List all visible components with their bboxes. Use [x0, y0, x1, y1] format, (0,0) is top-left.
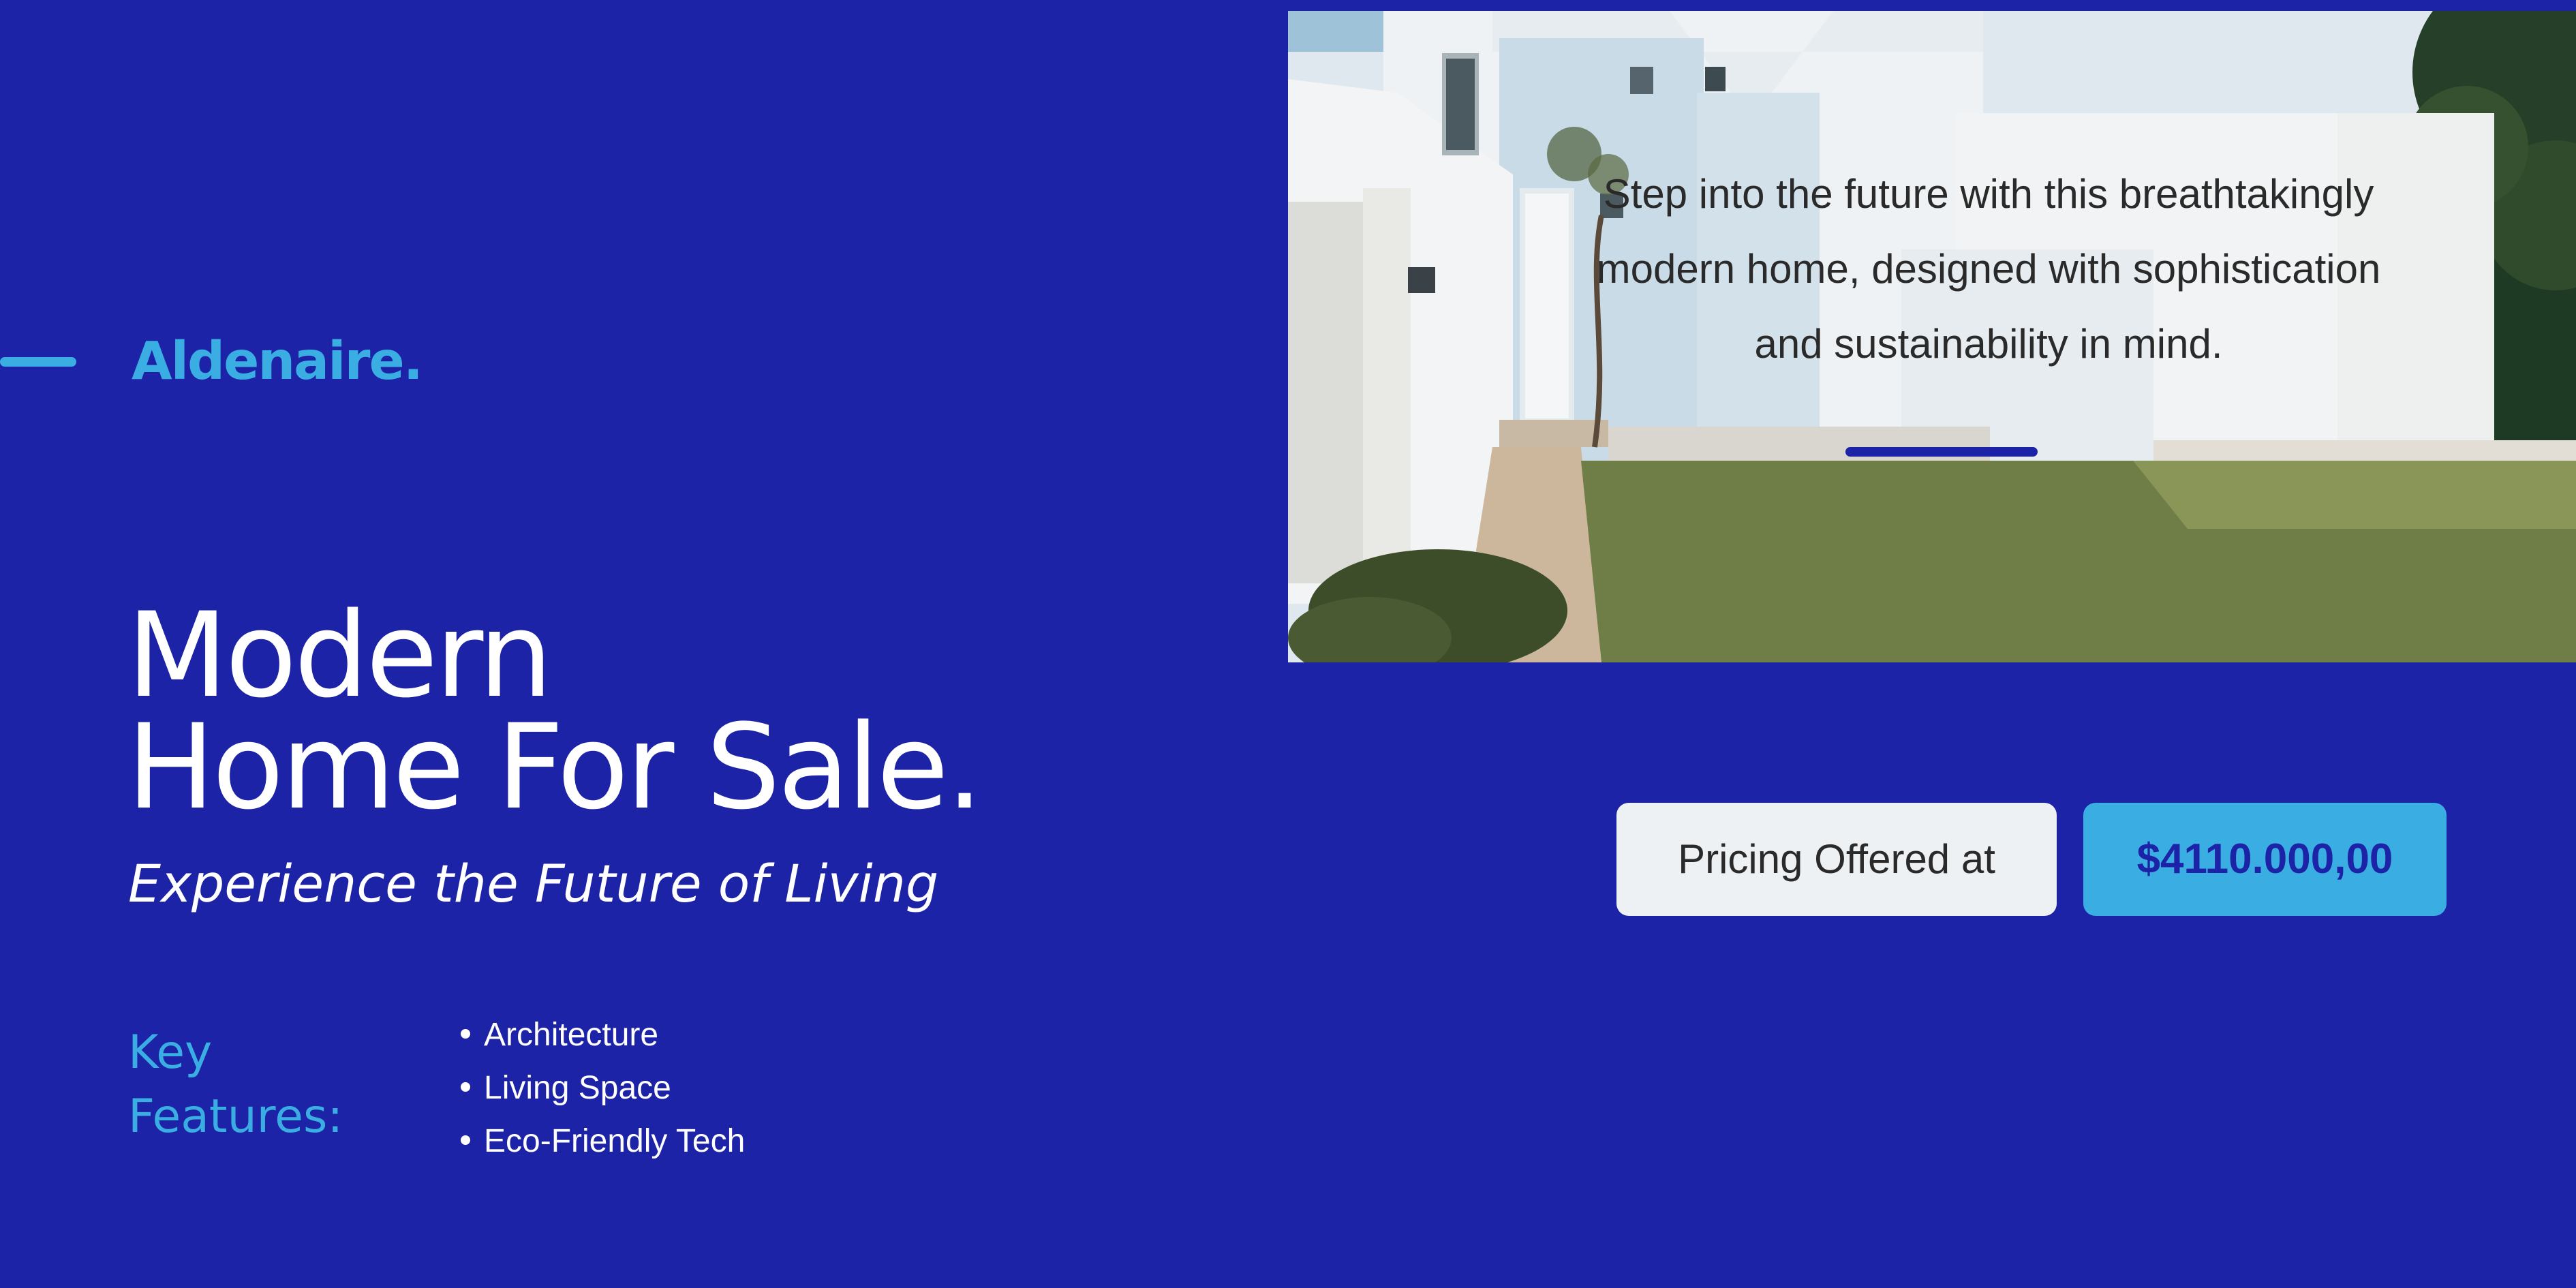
bullet-dot-icon — [461, 1082, 470, 1092]
key-features-label-line-2: Features: — [128, 1090, 343, 1144]
headline-line-1: Modern — [127, 587, 553, 724]
brand-dash-line — [0, 357, 76, 367]
price-value-badge[interactable]: $4110.000,00 — [2083, 803, 2447, 916]
feature-item-eco-friendly-tech: Eco-Friendly Tech — [461, 1115, 745, 1168]
photo-caption-line-2: modern home, designed with sophisticatio… — [1596, 246, 2381, 292]
brand-logo[interactable]: Aldenaire. — [132, 331, 423, 392]
feature-label: Eco-Friendly Tech — [484, 1123, 746, 1159]
photo-caption: Step into the future with this breathtak… — [1518, 157, 2459, 382]
key-features-label: Key Features: — [128, 1021, 343, 1149]
pricing-label: Pricing Offered at — [1616, 803, 2057, 916]
bullet-dot-icon — [461, 1135, 470, 1146]
bullet-dot-icon — [461, 1029, 470, 1039]
headline: Modern Home For Sale. — [127, 587, 983, 835]
listing-page: Aldenaire. Modern Home For Sale. Experie… — [0, 0, 2576, 1288]
photo-caption-line-1: Step into the future with this breathtak… — [1603, 171, 2374, 217]
headline-line-2: Home For Sale. — [127, 699, 983, 835]
photo-caption-line-3: and sustainability in mind. — [1754, 321, 2223, 367]
key-features-list: Architecture Living Space Eco-Friendly T… — [461, 1009, 745, 1168]
key-features-label-line-1: Key — [128, 1026, 213, 1079]
feature-item-living-space: Living Space — [461, 1062, 745, 1115]
subheadline: Experience the Future of Living — [128, 853, 939, 914]
caption-underline — [1845, 447, 2038, 457]
feature-item-architecture: Architecture — [461, 1009, 745, 1062]
feature-label: Architecture — [484, 1017, 659, 1053]
feature-label: Living Space — [484, 1070, 671, 1106]
